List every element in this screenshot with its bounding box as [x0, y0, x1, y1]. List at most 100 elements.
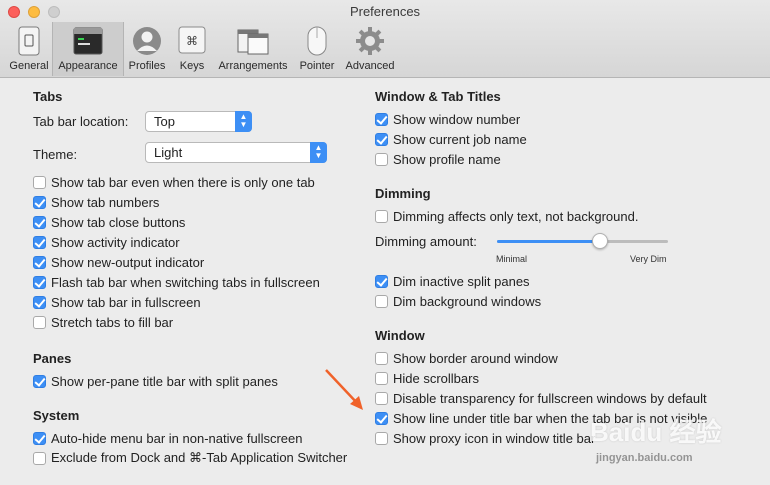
tabs-checkbox-7[interactable]: Stretch tabs to fill bar [33, 313, 173, 331]
toolbar-keys[interactable]: ⌘ Keys [172, 22, 212, 76]
titles-option-label: Show current job name [393, 131, 527, 147]
tabs-option-label: Show tab bar even when there is only one… [51, 174, 315, 190]
checkbox[interactable] [33, 275, 46, 289]
annotation-arrow-icon [325, 369, 363, 410]
system-option-label: Auto-hide menu bar in non-native fullscr… [51, 430, 303, 446]
checkbox[interactable] [375, 152, 388, 166]
dimming-max-label: Very Dim [630, 254, 667, 264]
tabs-option-label: Show activity indicator [51, 234, 180, 250]
window-checkbox-0[interactable]: Show border around window [375, 349, 558, 367]
tabs-heading: Tabs [33, 89, 63, 104]
checkbox[interactable] [33, 215, 46, 229]
checkbox[interactable] [375, 351, 388, 365]
dimming-only-text-checkbox[interactable]: Dimming affects only text, not backgroun… [375, 207, 638, 225]
toolbar-advanced[interactable]: Advanced [340, 22, 400, 76]
tabs-checkbox-5[interactable]: Flash tab bar when switching tabs in ful… [33, 273, 320, 291]
tabs-option-label: Show tab bar in fullscreen [51, 294, 201, 310]
checkbox[interactable] [375, 411, 388, 425]
checkbox[interactable] [33, 235, 46, 249]
tabs-checkbox-3[interactable]: Show activity indicator [33, 233, 180, 251]
checkbox[interactable] [33, 451, 46, 465]
tabs-option-label: Flash tab bar when switching tabs in ful… [51, 274, 320, 290]
system-checkbox-0[interactable]: Auto-hide menu bar in non-native fullscr… [33, 429, 302, 447]
tabs-option-label: Stretch tabs to fill bar [51, 314, 174, 330]
toolbar-advanced-label: Advanced [345, 60, 395, 72]
checkbox[interactable] [33, 195, 46, 209]
theme-select[interactable]: Light ▲ ▼ [145, 142, 327, 163]
tabs-checkbox-6[interactable]: Show tab bar in fullscreen [33, 293, 201, 311]
arrangements-icon [237, 29, 269, 55]
watermark-url: jingyan.baidu.com [596, 452, 693, 464]
advanced-icon [356, 27, 384, 55]
toolbar-arrangements-label: Arrangements [218, 60, 288, 72]
toolbar-general[interactable]: General [6, 22, 52, 76]
window-option-label: Hide scrollbars [393, 370, 479, 386]
titles-checkbox-0[interactable]: Show window number [375, 110, 520, 128]
tabs-checkbox-0[interactable]: Show tab bar even when there is only one… [33, 173, 315, 191]
toolbar-appearance-label: Appearance [58, 60, 118, 72]
toolbar-pointer-label: Pointer [299, 60, 335, 72]
titles-option-label: Show window number [393, 111, 521, 127]
checkbox[interactable] [375, 132, 388, 146]
checkbox[interactable] [33, 374, 46, 388]
checkbox[interactable] [375, 391, 388, 405]
checkbox[interactable] [33, 175, 46, 189]
slider-knob[interactable] [591, 233, 608, 249]
theme-label: Theme: [33, 146, 78, 162]
checkbox[interactable] [375, 274, 388, 288]
tabs-option-label: Show tab close buttons [51, 214, 186, 230]
toolbar-arrangements[interactable]: Arrangements [214, 22, 292, 76]
window-checkbox-4[interactable]: Show proxy icon in window title bar [375, 429, 595, 447]
appearance-icon [73, 27, 103, 55]
tabs-option-label: Show tab numbers [51, 194, 160, 210]
window-checkbox-2[interactable]: Disable transparency for fullscreen wind… [375, 389, 707, 407]
dimming-option-label: Dim background windows [393, 293, 542, 309]
window-option-label: Disable transparency for fullscreen wind… [393, 390, 707, 406]
tabs-option-label: Show new-output indicator [51, 254, 205, 270]
window-title: Preferences [349, 4, 421, 19]
dimming-heading: Dimming [375, 186, 431, 201]
window-heading: Window [375, 328, 425, 343]
toolbar-profiles[interactable]: Profiles [124, 22, 170, 76]
chevron-updown-icon: ▲ ▼ [310, 142, 327, 163]
checkbox[interactable] [375, 209, 388, 223]
toolbar-profiles-label: Profiles [128, 60, 166, 72]
dimming-checkbox-0[interactable]: Dim inactive split panes [375, 272, 530, 290]
checkbox[interactable] [33, 431, 46, 445]
toolbar-pointer[interactable]: Pointer [294, 22, 340, 76]
titles-checkbox-2[interactable]: Show profile name [375, 150, 501, 168]
panes-checkbox-0[interactable]: Show per-pane title bar with split panes [33, 372, 278, 390]
slider-fill [497, 240, 600, 243]
panes-heading: Panes [33, 351, 72, 366]
dimming-checkbox-1[interactable]: Dim background windows [375, 292, 541, 310]
window-tab-titles-heading: Window & Tab Titles [375, 89, 501, 104]
window-checkbox-1[interactable]: Hide scrollbars [375, 369, 479, 387]
panes-option-label: Show per-pane title bar with split panes [51, 373, 278, 389]
profiles-icon [133, 27, 161, 55]
toolbar-general-label: General [9, 60, 49, 72]
system-checkbox-1[interactable]: Exclude from Dock and ⌘-Tab Application … [33, 449, 347, 467]
titles-option-label: Show profile name [393, 151, 501, 167]
tabs-checkbox-2[interactable]: Show tab close buttons [33, 213, 185, 231]
svg-text:⌘: ⌘ [186, 34, 198, 48]
tabs-checkbox-4[interactable]: Show new-output indicator [33, 253, 204, 271]
checkbox[interactable] [33, 315, 46, 329]
checkbox[interactable] [375, 112, 388, 126]
checkbox[interactable] [375, 371, 388, 385]
checkbox[interactable] [33, 295, 46, 309]
checkbox[interactable] [375, 294, 388, 308]
system-heading: System [33, 408, 80, 423]
pointer-icon [307, 26, 327, 56]
keys-icon: ⌘ [178, 26, 206, 54]
toolbar-appearance[interactable]: Appearance [52, 22, 124, 76]
checkbox[interactable] [33, 255, 46, 269]
titles-checkbox-1[interactable]: Show current job name [375, 130, 527, 148]
dimming-amount-label: Dimming amount: [375, 233, 477, 249]
title-bar: Preferences General Appearance Profiles … [0, 0, 770, 78]
dimming-amount-slider[interactable] [497, 240, 668, 243]
checkbox[interactable] [375, 431, 388, 445]
tab-bar-location-select[interactable]: Top ▲ ▼ [145, 111, 252, 132]
chevron-updown-icon: ▲ ▼ [235, 111, 252, 132]
tabs-checkbox-1[interactable]: Show tab numbers [33, 193, 159, 211]
dimming-option-label: Dim inactive split panes [393, 273, 530, 289]
